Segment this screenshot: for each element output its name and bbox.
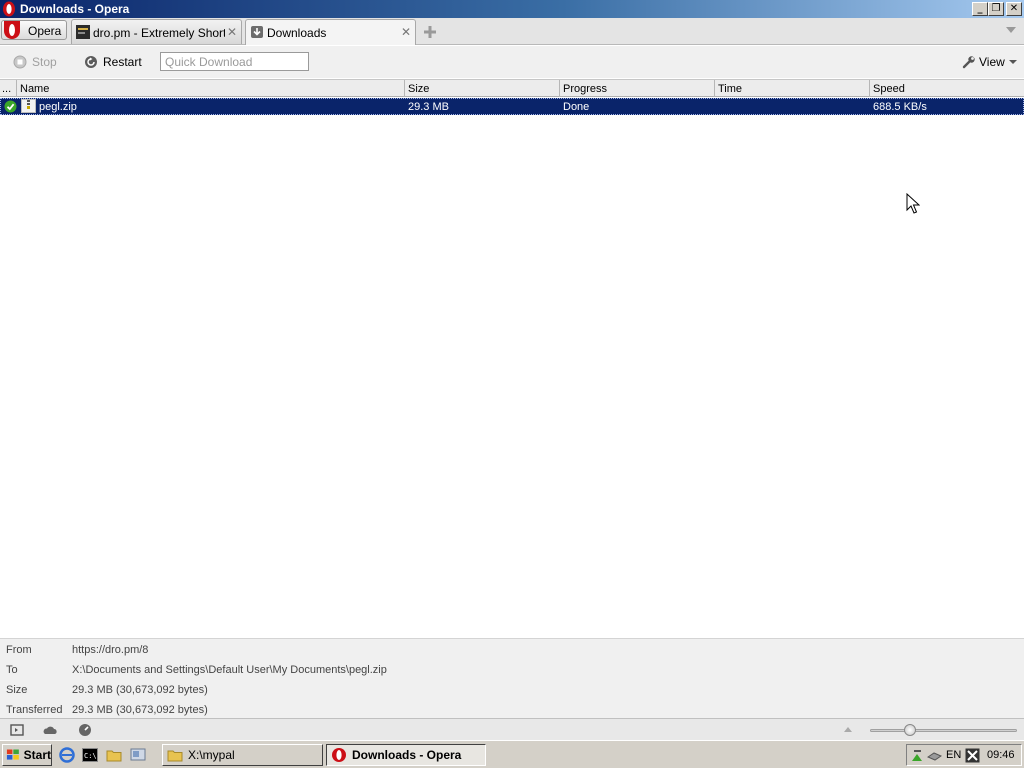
taskbar-item-opera[interactable]: Downloads - Opera — [326, 744, 486, 766]
opera-logo-icon — [3, 1, 15, 17]
tab-label: Downloads — [267, 26, 327, 40]
close-tab-icon[interactable]: ✕ — [401, 25, 411, 39]
folder-icon[interactable] — [106, 747, 122, 763]
to-value[interactable]: X:\Documents and Settings\Default User\M… — [72, 664, 387, 676]
maximize-button[interactable]: ❐ — [988, 2, 1004, 16]
clock: 09:46 — [987, 749, 1015, 761]
tray-app-icon[interactable] — [965, 748, 980, 763]
title-bar: Downloads - Opera _ ❐ ✕ — [0, 0, 1024, 18]
windows-taskbar: Start C:\ X:\mypal Downloads - Opera EN … — [0, 740, 1024, 768]
opera-unite-cloud-icon[interactable] — [43, 723, 57, 737]
size-value: 29.3 MB (30,673,092 bytes) — [72, 684, 208, 696]
to-label: To — [6, 664, 18, 676]
column-header-time[interactable]: Time — [715, 80, 870, 97]
download-row[interactable]: pegl.zip 29.3 MB Done 688.5 KB/s — [0, 98, 1024, 115]
system-tray: EN 09:46 — [906, 744, 1022, 766]
tab-bar: Opera dro.pm - Extremely Short L... ✕ Do… — [0, 18, 1024, 45]
zoom-popup-icon[interactable] — [844, 727, 852, 732]
download-size: 29.3 MB — [408, 101, 449, 113]
opera-logo-icon — [4, 21, 20, 39]
start-button[interactable]: Start — [2, 744, 52, 766]
zoom-slider-handle[interactable] — [904, 724, 916, 736]
view-label: View — [979, 55, 1005, 69]
download-icon — [251, 26, 263, 38]
column-header-progress[interactable]: Progress — [560, 80, 715, 97]
internet-explorer-icon[interactable] — [59, 747, 75, 763]
language-indicator[interactable]: EN — [946, 749, 961, 761]
stop-icon — [13, 55, 27, 69]
new-tab-icon[interactable] — [421, 23, 439, 41]
zoom-slider-track[interactable] — [870, 729, 1017, 732]
view-menu-button[interactable]: View — [962, 54, 1017, 70]
tab-list-chevron-down-icon[interactable] — [1006, 27, 1016, 33]
check-icon — [4, 100, 17, 113]
size-label: Size — [6, 684, 28, 696]
transferred-value: 29.3 MB (30,673,092 bytes) — [72, 704, 208, 716]
tab-label: dro.pm - Extremely Short L... — [93, 26, 225, 40]
download-progress: Done — [563, 101, 590, 113]
start-label: Start — [23, 748, 51, 762]
column-header-name[interactable]: Name — [17, 80, 405, 97]
chevron-down-icon — [1008, 60, 1017, 64]
from-value[interactable]: https://dro.pm/8 — [72, 644, 148, 656]
turbo-speedometer-icon[interactable] — [78, 723, 92, 737]
window-title: Downloads - Opera — [20, 2, 130, 16]
opera-menu-label: Opera — [28, 24, 62, 38]
restart-label: Restart — [103, 55, 142, 69]
download-details-pane: From https://dro.pm/8 To X:\Documents an… — [0, 638, 1024, 718]
from-label: From — [6, 644, 32, 656]
opera-menu-button[interactable]: Opera — [1, 20, 67, 40]
folder-icon — [167, 750, 183, 762]
stop-label: Stop — [32, 55, 57, 69]
mouse-cursor-icon — [906, 193, 920, 214]
column-header-status[interactable]: ... — [0, 80, 17, 97]
tab-downloads[interactable]: Downloads ✕ — [245, 19, 416, 45]
restart-button[interactable]: Restart — [84, 54, 142, 70]
close-button[interactable]: ✕ — [1006, 2, 1022, 16]
restart-icon — [85, 56, 97, 68]
column-header-size[interactable]: Size — [405, 80, 560, 97]
windows-logo-icon — [6, 749, 19, 760]
download-name: pegl.zip — [39, 101, 77, 113]
panel-toggle-icon[interactable] — [10, 723, 24, 737]
close-tab-icon[interactable]: ✕ — [227, 25, 237, 39]
network-icon[interactable] — [910, 748, 925, 763]
opera-logo-icon — [332, 748, 346, 762]
downloads-column-header: ... Name Size Progress Time Speed — [0, 79, 1024, 97]
browser-status-bar — [0, 718, 1024, 740]
dro-favicon-icon — [76, 25, 90, 39]
minimize-button[interactable]: _ — [972, 2, 988, 16]
tab-dro-pm[interactable]: dro.pm - Extremely Short L... ✕ — [71, 19, 242, 44]
svg-text:C:\: C:\ — [84, 752, 97, 760]
taskbar-item-label: Downloads - Opera — [352, 748, 462, 762]
taskbar-item-label: X:\mypal — [188, 748, 235, 762]
wrench-icon — [962, 56, 975, 69]
zip-file-icon — [21, 99, 36, 113]
safely-remove-hardware-icon[interactable] — [927, 748, 942, 763]
quick-download-input[interactable] — [160, 52, 309, 71]
taskbar-item-mypal[interactable]: X:\mypal — [162, 744, 323, 766]
stop-button[interactable]: Stop — [13, 54, 57, 70]
show-desktop-icon[interactable] — [130, 747, 146, 763]
downloads-toolbar: Stop Restart View — [0, 46, 1024, 78]
transferred-label: Transferred — [6, 704, 63, 716]
column-header-speed[interactable]: Speed — [870, 80, 1024, 97]
command-prompt-icon[interactable]: C:\ — [82, 747, 98, 763]
download-speed: 688.5 KB/s — [873, 101, 927, 113]
